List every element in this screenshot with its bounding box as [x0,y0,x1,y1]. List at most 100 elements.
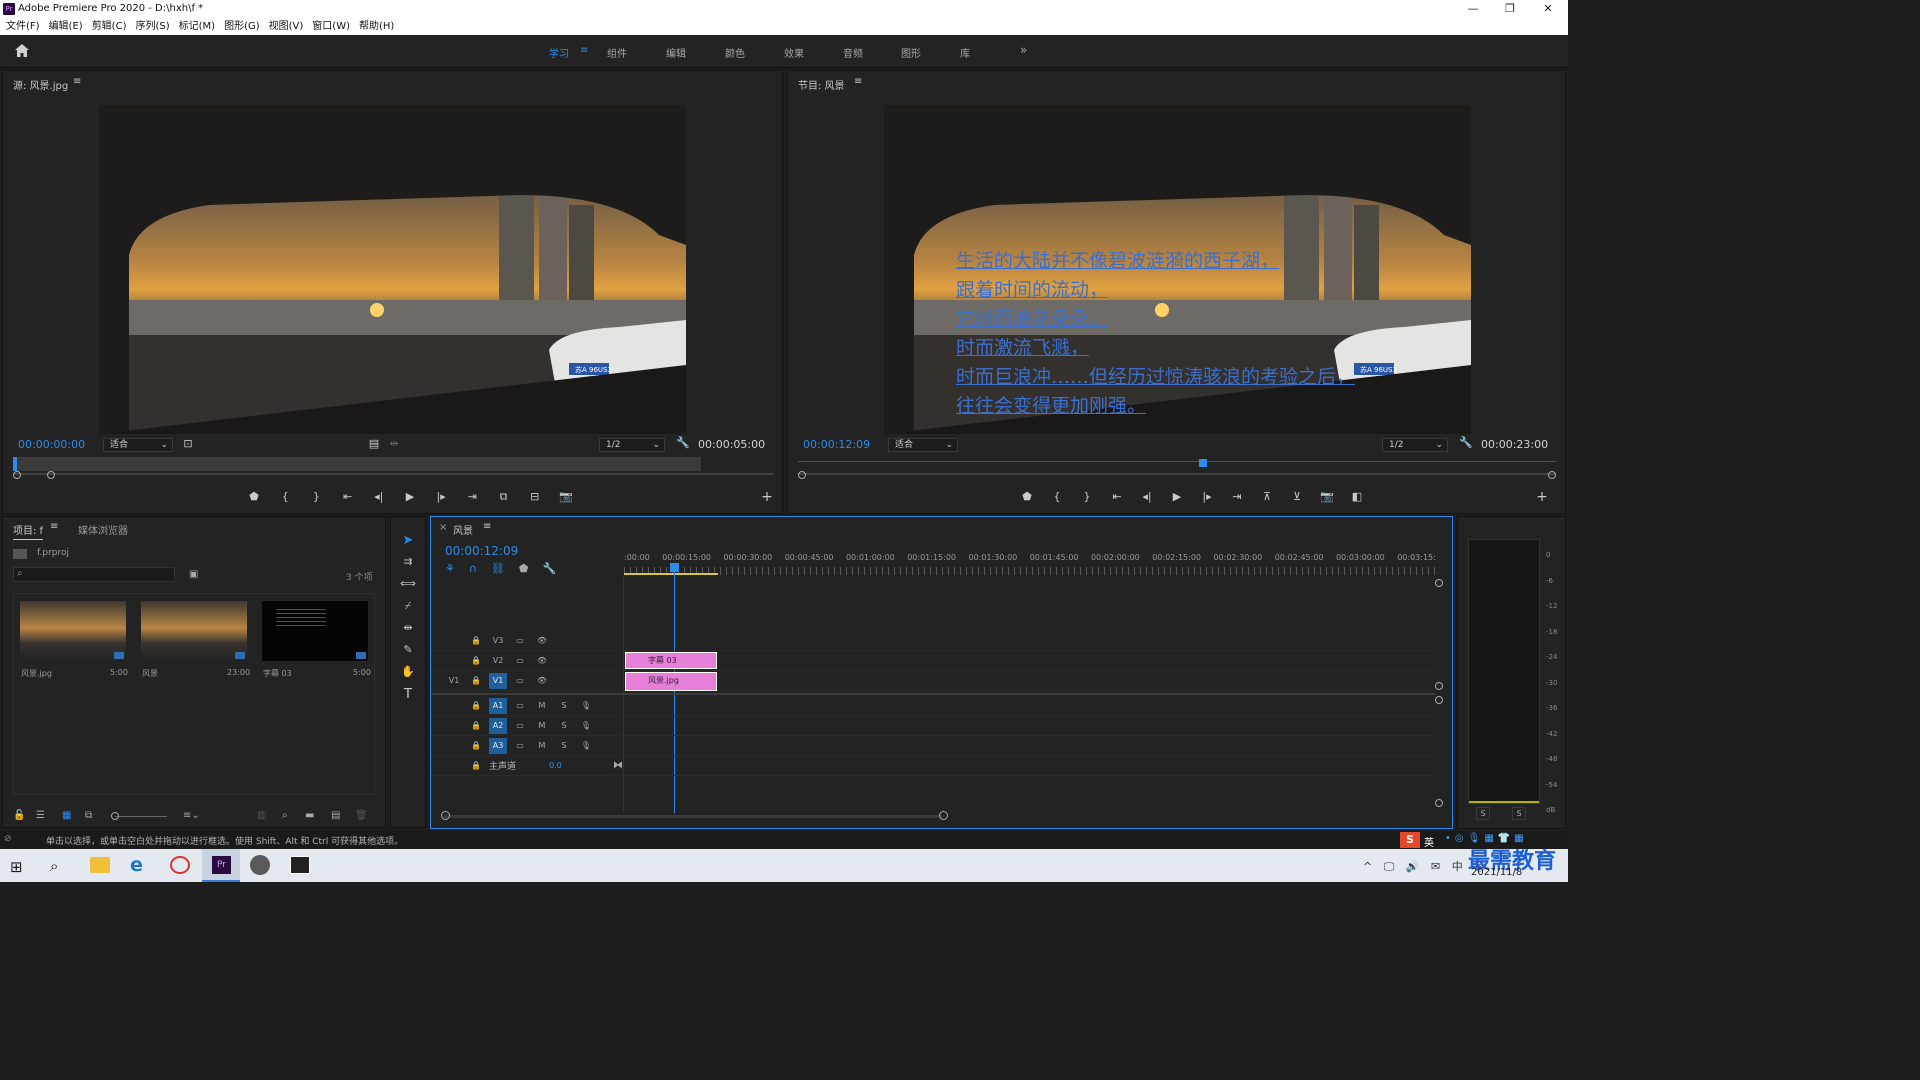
workspace-tab-color[interactable]: 颜色 [725,45,745,60]
project-tab[interactable]: 项目: f [13,522,44,540]
scroll-handle-left[interactable] [441,811,450,820]
go-to-out-icon[interactable]: ⇥ [463,490,481,504]
timeline-ruler[interactable]: :00:00 00:00:15:00 00:00:30:00 00:00:45:00 0… [624,551,1436,577]
menu-view[interactable]: 视图(V) [269,18,304,35]
timeline-timecode[interactable]: 00:00:12:09 [445,544,518,558]
mute-button[interactable]: M [533,738,551,754]
track-label[interactable]: V3 [489,633,507,649]
project-search-input[interactable]: ⌕ [13,567,175,582]
video-audio-divider[interactable] [431,693,1436,695]
go-to-in-icon[interactable]: ⇤ [1108,490,1126,503]
type-tool-icon[interactable]: T [399,687,417,702]
lock-track-icon[interactable]: 🔒 [467,653,485,669]
linked-selection-icon[interactable]: ⛓ [491,562,505,575]
mark-in-icon[interactable]: { [1048,490,1066,503]
overwrite-icon[interactable]: ⊟ [526,490,544,504]
mute-button[interactable]: M [533,718,551,734]
source-zoom-bar[interactable] [13,473,773,475]
drag-video-icon[interactable]: ▤ [365,437,383,450]
wrench-icon[interactable]: 🔧 [1457,436,1475,449]
ime-language[interactable]: 英 [1424,834,1434,849]
eye-icon[interactable]: 👁 [533,653,551,669]
mark-out-icon[interactable]: } [307,490,325,504]
sync-lock-icon[interactable]: ▭ [511,718,529,734]
vertical-scroll-handle[interactable] [1435,682,1443,690]
slip-tool-icon[interactable]: ⇹ [399,621,417,634]
mark-out-icon[interactable]: } [1078,490,1096,503]
automate-icon[interactable]: ▥ [257,810,266,821]
eye-icon[interactable]: 👁 [533,633,551,649]
program-timecode[interactable]: 00:00:12:09 [803,438,870,451]
track-select-tool-icon[interactable]: ⇉ [399,555,417,568]
lift-icon[interactable]: ⊼ [1258,490,1276,503]
play-icon[interactable]: ▶ [1168,490,1186,503]
panel-menu-icon[interactable]: ≡ [73,76,81,87]
home-icon[interactable] [14,43,32,59]
trash-icon[interactable]: 🗑 [355,810,368,821]
premiere-taskbar-button[interactable]: Pr [202,849,240,882]
lock-track-icon[interactable]: 🔒 [467,673,485,689]
new-search-bin-icon[interactable]: ▣ [189,569,198,580]
solo-right-button[interactable]: S [1512,807,1526,820]
panel-menu-icon[interactable]: ≡ [50,521,58,532]
workspace-menu-icon[interactable]: ≡ [580,45,588,56]
track-label[interactable]: A2 [489,717,507,734]
photos-icon[interactable] [290,856,310,874]
step-back-icon[interactable]: ◂| [370,490,388,504]
step-forward-icon[interactable]: |▸ [432,490,450,504]
workspace-tab-libraries[interactable]: 库 [960,45,970,60]
pen-tool-icon[interactable]: ✎ [399,643,417,656]
extract-icon[interactable]: ⊻ [1288,490,1306,503]
safe-margins-icon[interactable]: ⊡ [179,437,197,450]
workspace-tab-assembly[interactable]: 组件 [607,45,627,60]
mute-button[interactable]: M [533,698,551,714]
vertical-scroll-handle[interactable] [1435,799,1443,807]
app-icon[interactable] [170,856,190,874]
project-item-thumbnail[interactable] [20,601,126,661]
menu-help[interactable]: 帮助(H) [359,18,394,35]
source-monitor-title[interactable]: 源: 风景.jpg [13,77,68,92]
project-item-thumbnail[interactable] [262,601,368,661]
timeline-clip-image[interactable]: 风景.jpg [625,672,717,691]
close-tab-icon[interactable]: × [439,522,447,533]
button-editor-icon[interactable]: + [1533,489,1551,505]
program-video-frame[interactable]: 苏A 96US3 生活的大陆并不像碧波涟漪的西子湖， 跟着时间的流动， 它时而浪… [884,105,1471,434]
microphone-icon[interactable]: 🎙 [577,698,595,714]
ripple-edit-tool-icon[interactable]: ⟺ [399,577,417,590]
source-fit-dropdown[interactable]: 适合 ⌄ [103,438,173,452]
wrench-icon[interactable]: 🔧 [674,436,692,449]
button-editor-icon[interactable]: + [758,489,776,505]
playhead-handle[interactable] [670,563,679,572]
track-label[interactable]: V2 [489,653,507,669]
sort-icon[interactable]: ≡⌄ [183,810,200,821]
program-zoom-bar[interactable] [798,473,1556,475]
media-player-icon[interactable] [250,855,270,875]
freeform-view-icon[interactable]: ⧉ [85,810,92,821]
selection-tool-icon[interactable]: ➤ [399,533,417,548]
lock-icon[interactable]: 🔓 [13,810,25,821]
go-to-in-icon[interactable]: ⇤ [339,490,357,504]
compare-view-icon[interactable]: ◧ [1348,490,1366,503]
lock-track-icon[interactable]: 🔒 [467,698,485,714]
sync-lock-icon[interactable]: ▭ [511,633,529,649]
workspace-tab-audio[interactable]: 音频 [843,45,863,60]
lock-track-icon[interactable]: 🔒 [467,718,485,734]
go-to-out-icon[interactable]: ⇥ [1228,490,1246,503]
icon-view-icon[interactable]: ▦ [62,810,71,821]
menu-clip[interactable]: 剪辑(C) [92,18,127,35]
zoom-handle-left[interactable] [798,471,806,479]
source-video-frame[interactable]: 苏A 96US3 [99,105,686,434]
windows-start-icon[interactable]: ⊞ [10,858,23,876]
timeline-clip-title[interactable]: 字幕 03 [625,652,717,669]
mark-in-icon[interactable]: { [276,490,294,504]
source-timecode[interactable]: 00:00:00:00 [18,438,85,451]
source-patch[interactable]: V1 [445,673,463,689]
list-view-icon[interactable]: ☰ [36,810,45,821]
play-icon[interactable]: ▶ [401,490,419,504]
menu-window[interactable]: 窗口(W) [312,18,350,35]
caption-overlay[interactable]: 生活的大陆并不像碧波涟漪的西子湖， 跟着时间的流动， 它时而浪花朵朵， 时而激流… [956,247,1466,421]
sync-lock-icon[interactable]: ▭ [511,673,529,689]
export-frame-icon[interactable]: 📷 [557,490,575,504]
edge-browser-icon[interactable]: e [130,854,143,876]
more-workspaces-icon[interactable]: » [1020,43,1027,57]
